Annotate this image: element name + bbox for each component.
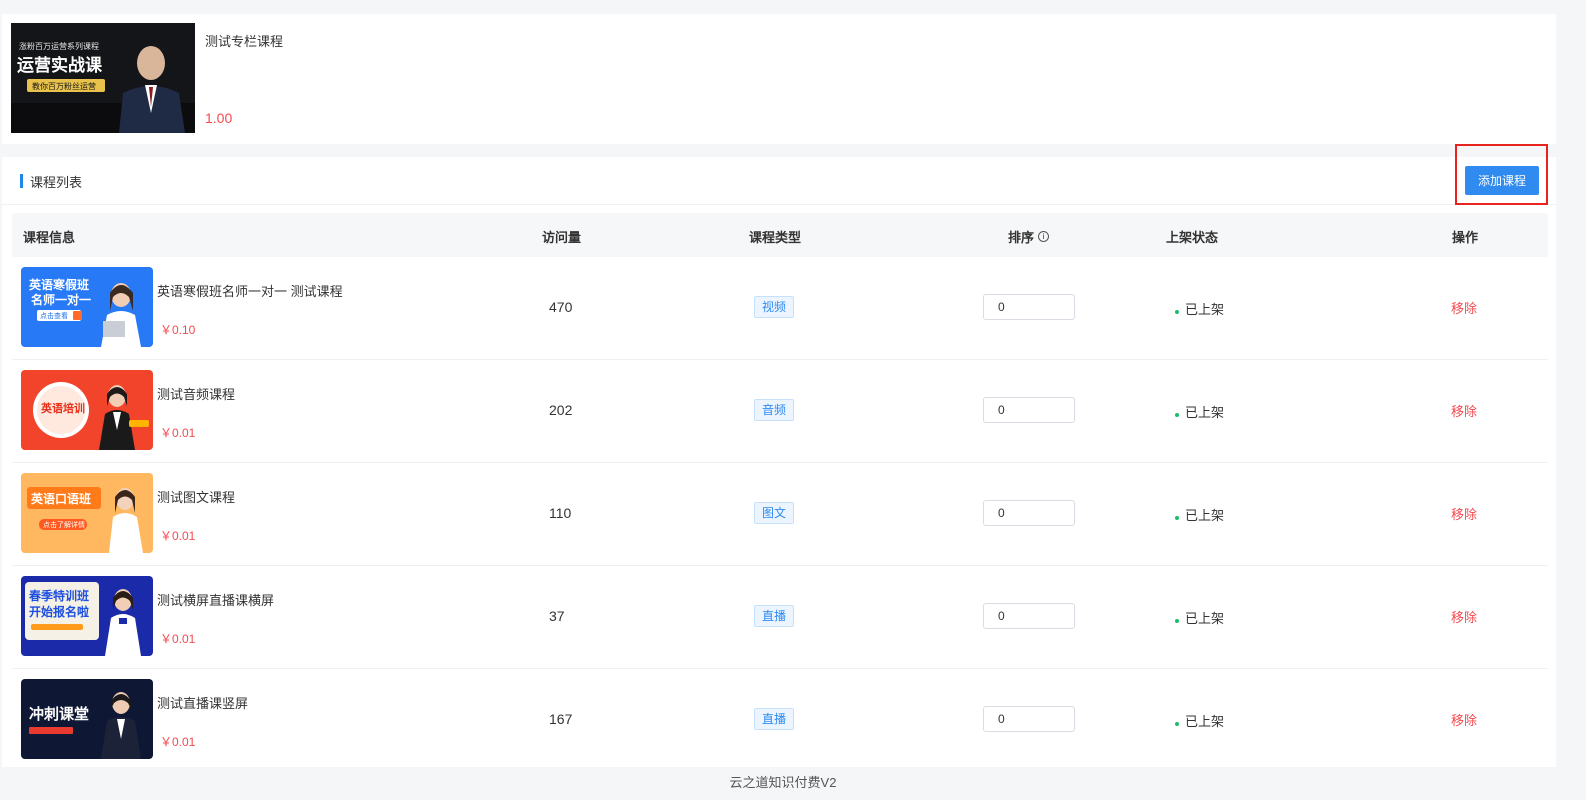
column-course-card: 涨粉百万运营系列课程 运营实战课 教你百万粉丝运营 测试专栏课程 1.00	[2, 14, 1556, 144]
add-course-button[interactable]: 添加课程	[1465, 166, 1539, 195]
svg-text:冲刺课堂: 冲刺课堂	[29, 705, 89, 723]
column-header-type: 课程类型	[749, 230, 802, 245]
column-course-thumbnail: 涨粉百万运营系列课程 运营实战课 教你百万粉丝运营	[11, 23, 195, 133]
course-type-tag: 图文	[754, 502, 795, 524]
svg-text:英语寒假班: 英语寒假班	[29, 277, 89, 292]
course-visits: 167	[549, 711, 573, 727]
svg-text:点击了解详情: 点击了解详情	[43, 520, 85, 529]
column-course-price: 1.00	[205, 110, 233, 126]
course-name: 英语寒假班名师一对一 测试课程	[157, 284, 343, 299]
column-header-ops: 操作	[1452, 230, 1479, 245]
course-list-title: 课程列表	[30, 175, 83, 190]
course-price: ￥0.01	[160, 529, 196, 543]
table-header: 课程信息 访问量 课程类型 排序 i 上架状态 操作	[12, 213, 1548, 257]
remove-button[interactable]: 移除	[1451, 401, 1477, 420]
course-type-tag: 直播	[754, 605, 795, 627]
course-list-panel: 课程列表 添加课程 课程信息 访问量 课程类型 排序 i 上架状态 操作 英语寒…	[2, 157, 1556, 767]
publish-status: 已上架	[1175, 505, 1224, 524]
publish-status: 已上架	[1175, 608, 1224, 627]
publish-status: 已上架	[1175, 711, 1224, 730]
sort-input[interactable]	[983, 603, 1075, 629]
footer-text: 云之道知识付费V2	[729, 775, 837, 790]
sort-input[interactable]	[983, 500, 1075, 526]
table-row: 英语培训 测试音频课程 ￥0.01 202 音频 已上架 移除	[12, 360, 1548, 463]
column-header-visits: 访问量	[542, 230, 582, 245]
remove-button[interactable]: 移除	[1451, 607, 1477, 626]
table-row: 英语口语班 点击了解详情 测试图文课程 ￥0.01 110 图文 已上架 移除	[12, 463, 1548, 566]
svg-text:教你百万粉丝运营: 教你百万粉丝运营	[32, 81, 96, 91]
course-thumbnail: 英语培训	[21, 370, 153, 450]
column-course-title: 测试专栏课程	[205, 34, 284, 49]
sort-header-label: 排序	[1008, 230, 1035, 245]
course-name: 测试横屏直播课横屏	[157, 593, 275, 608]
section-accent-bar	[20, 174, 23, 188]
status-label: 已上架	[1185, 508, 1225, 523]
svg-text:涨粉百万运营系列课程: 涨粉百万运营系列课程	[19, 41, 99, 51]
table-row: 冲刺课堂 测试直播课竖屏 ￥0.01 167 直播 已上架 移除	[12, 669, 1548, 767]
svg-text:运营实战课: 运营实战课	[17, 55, 103, 75]
status-dot-icon	[1175, 412, 1179, 417]
course-type-tag: 视频	[754, 296, 795, 318]
sort-input[interactable]	[983, 397, 1075, 423]
course-type-tag: 直播	[754, 708, 795, 730]
publish-status: 已上架	[1175, 402, 1224, 421]
course-visits: 470	[549, 299, 573, 315]
svg-text:英语口语班: 英语口语班	[31, 491, 91, 506]
column-header-sort: 排序 i	[1008, 227, 1050, 246]
course-name: 测试音频课程	[157, 387, 236, 402]
svg-text:春季特训班: 春季特训班	[28, 588, 89, 603]
course-price: ￥0.01	[160, 632, 196, 646]
course-visits: 37	[549, 608, 565, 624]
status-dot-icon	[1175, 309, 1179, 314]
course-thumbnail: 英语寒假班 名师一对一 点击查看	[21, 267, 153, 347]
course-visits: 110	[549, 505, 572, 521]
course-type-tag: 音频	[754, 399, 795, 421]
svg-text:点击查看: 点击查看	[40, 311, 68, 320]
remove-button[interactable]: 移除	[1451, 298, 1477, 317]
course-visits: 202	[549, 402, 573, 418]
column-header-info: 课程信息	[23, 230, 76, 245]
course-name: 测试直播课竖屏	[157, 696, 249, 711]
status-label: 已上架	[1185, 714, 1225, 729]
sort-input[interactable]	[983, 294, 1075, 320]
table-row: 春季特训班 开始报名啦 测试横屏直播课横屏 ￥0.01 37 直播 已上架 移除	[12, 566, 1548, 669]
course-price: ￥0.01	[160, 426, 196, 440]
course-price: ￥0.01	[160, 735, 196, 749]
sort-input[interactable]	[983, 706, 1075, 732]
svg-text:名师一对一: 名师一对一	[31, 292, 91, 307]
publish-status: 已上架	[1175, 299, 1224, 318]
status-label: 已上架	[1185, 405, 1225, 420]
info-icon[interactable]: i	[1038, 231, 1050, 242]
course-table: 课程信息 访问量 课程类型 排序 i 上架状态 操作 英语寒假班 名师一对一 点…	[12, 213, 1548, 767]
course-thumbnail: 冲刺课堂	[21, 679, 153, 759]
course-list-header: 课程列表 添加课程	[2, 157, 1556, 205]
remove-button[interactable]: 移除	[1451, 504, 1477, 523]
table-row: 英语寒假班 名师一对一 点击查看 英语寒假班名师一对一 测试课程 ￥0.10 4…	[12, 257, 1548, 360]
status-dot-icon	[1175, 721, 1179, 726]
status-label: 已上架	[1185, 611, 1225, 626]
remove-button[interactable]: 移除	[1451, 710, 1477, 729]
column-header-status: 上架状态	[1166, 230, 1219, 245]
course-name: 测试图文课程	[157, 490, 236, 505]
course-price: ￥0.10	[160, 323, 196, 337]
course-thumbnail: 春季特训班 开始报名啦	[21, 576, 153, 656]
status-dot-icon	[1175, 618, 1179, 623]
svg-text:英语培训: 英语培训	[40, 401, 85, 415]
status-label: 已上架	[1185, 302, 1225, 317]
svg-text:开始报名啦: 开始报名啦	[29, 604, 89, 619]
status-dot-icon	[1175, 515, 1179, 520]
course-thumbnail: 英语口语班 点击了解详情	[21, 473, 153, 553]
